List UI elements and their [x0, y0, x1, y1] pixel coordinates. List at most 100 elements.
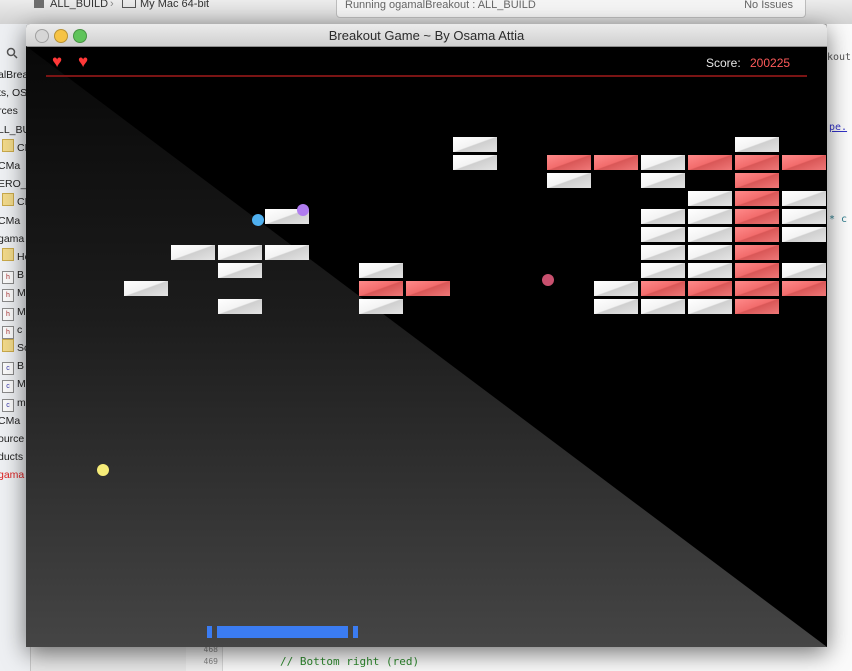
- navigator-item-label: M: [17, 378, 26, 391]
- paddle-body: [217, 626, 348, 638]
- white-brick: [265, 245, 309, 260]
- source-editor-bottom: 468 469 // Bottom right (red): [186, 647, 852, 671]
- source-editor-right: koutz pe. * c: [826, 24, 852, 671]
- white-brick: [641, 227, 685, 242]
- white-brick: [688, 191, 732, 206]
- white-brick: [547, 173, 591, 188]
- folder-icon: [2, 248, 14, 261]
- navigator-item[interactable]: cm: [2, 394, 26, 412]
- navigator-item-label: m: [17, 396, 26, 409]
- white-brick: [641, 245, 685, 260]
- score-label: Score:: [706, 56, 741, 70]
- scheme-icon: [34, 0, 44, 8]
- editor-fragment: * c: [829, 214, 848, 225]
- navigator-item[interactable]: CMa: [0, 412, 20, 430]
- navigator-item[interactable]: ts, OS: [0, 84, 27, 102]
- navigator-item[interactable]: cM: [2, 375, 26, 394]
- game-window: Breakout Game ~ By Osama Attia ♥ ♥ Score…: [26, 24, 827, 647]
- editor-fragment: koutz: [827, 52, 852, 63]
- white-brick: [453, 155, 497, 170]
- white-brick: [735, 137, 779, 152]
- heart-icon: ♥: [78, 52, 89, 71]
- pink-ball: [542, 274, 554, 286]
- navigator-item-label: CMa: [0, 214, 21, 227]
- red-brick: [782, 155, 826, 170]
- navigator-item-label: alBrea: [0, 69, 29, 81]
- issues-status-text: No Issues: [744, 0, 793, 11]
- navigator-item[interactable]: cB: [2, 357, 25, 376]
- navigator-item-label: CMa: [0, 414, 21, 427]
- navigator-item[interactable]: hc: [2, 321, 22, 339]
- white-brick: [641, 209, 685, 224]
- navigator-item-label: M: [17, 287, 26, 300]
- navigator-item-label: rces: [0, 105, 18, 118]
- white-brick: [641, 173, 685, 188]
- yellow-ball: [97, 464, 109, 476]
- paddle-left-cap: [207, 626, 212, 638]
- red-brick: [735, 263, 779, 278]
- editor-fragment: pe.: [829, 122, 848, 133]
- score-value: 200225: [750, 56, 791, 70]
- folder-icon: [2, 339, 14, 352]
- paddle[interactable]: [207, 626, 358, 638]
- window-title: Breakout Game ~ By Osama Attia: [328, 28, 525, 43]
- navigator-item-label: B: [17, 360, 25, 373]
- navigator-item[interactable]: ducts: [0, 448, 23, 466]
- navigator-item[interactable]: hM: [2, 284, 26, 303]
- search-icon[interactable]: [6, 46, 18, 59]
- red-brick: [688, 281, 732, 296]
- scheme-selector[interactable]: ALL_BUILD: [34, 0, 108, 10]
- navigator-item-label: gama: [0, 232, 25, 245]
- red-brick: [406, 281, 450, 296]
- navigator-item[interactable]: ource: [0, 430, 24, 448]
- window-titlebar[interactable]: Breakout Game ~ By Osama Attia: [26, 24, 827, 47]
- navigator-item-label: ource: [0, 433, 25, 445]
- white-brick: [359, 263, 403, 278]
- white-brick: [688, 245, 732, 260]
- red-brick: [594, 155, 638, 170]
- source-file-icon: c: [2, 398, 14, 412]
- purple-ball: [297, 204, 309, 216]
- navigator-item[interactable]: rces: [0, 102, 18, 120]
- header-file-icon: h: [2, 307, 14, 321]
- line-number: 468: [203, 647, 218, 654]
- white-brick: [782, 227, 826, 242]
- navigator-item[interactable]: gama: [0, 230, 24, 248]
- white-brick: [782, 263, 826, 278]
- light-beam: [26, 46, 827, 647]
- xcode-toolbar: ALL_BUILD › My Mac 64-bit Running ogamal…: [0, 0, 852, 25]
- heart-icon: ♥: [52, 52, 63, 71]
- red-brick: [359, 281, 403, 296]
- navigator-item-label: ts, OS: [0, 87, 28, 100]
- hud-divider: [46, 75, 807, 77]
- navigator-item-label: ducts: [0, 451, 24, 464]
- white-brick: [218, 245, 262, 260]
- navigator-item-label: M: [17, 305, 26, 318]
- white-brick: [171, 245, 215, 260]
- navigator-item[interactable]: hB: [2, 266, 24, 285]
- white-brick: [641, 155, 685, 170]
- navigator-item-label: ERO_: [0, 178, 27, 191]
- line-gutter: 468 469: [186, 647, 223, 671]
- red-brick: [547, 155, 591, 170]
- navigator-item[interactable]: alBrea: [0, 66, 28, 84]
- white-brick: [641, 299, 685, 314]
- white-brick: [688, 227, 732, 242]
- game-canvas[interactable]: ♥ ♥ Score: 200225: [26, 46, 827, 647]
- destination-selector[interactable]: My Mac 64-bit: [122, 0, 209, 10]
- navigator-item[interactable]: CMa: [0, 157, 20, 175]
- code-comment: // Bottom right (red): [280, 655, 420, 668]
- navigator-item[interactable]: ERO_: [0, 175, 27, 193]
- white-brick: [641, 263, 685, 278]
- navigator-item[interactable]: CMa: [0, 212, 20, 230]
- navigator-item-label: c: [17, 323, 23, 336]
- white-brick: [218, 299, 262, 314]
- red-brick: [735, 227, 779, 242]
- red-brick: [735, 173, 779, 188]
- navigator-item[interactable]: hM: [2, 303, 26, 321]
- navigator-item[interactable]: gama: [0, 466, 24, 484]
- monitor-icon: [122, 0, 136, 8]
- source-file-icon: c: [2, 362, 14, 376]
- activity-viewer: Running ogamalBreakout : ALL_BUILD No Is…: [336, 0, 806, 18]
- white-brick: [124, 281, 168, 296]
